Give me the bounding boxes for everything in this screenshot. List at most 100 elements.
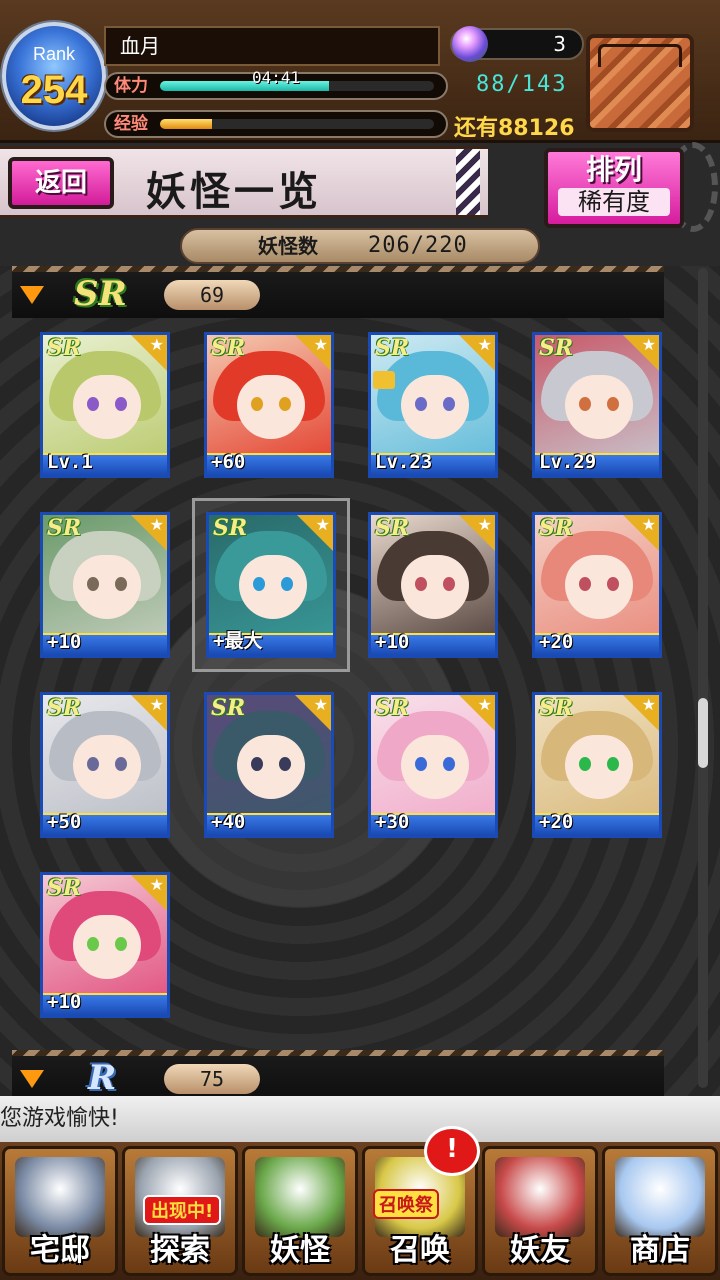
star-icon: ★ [641, 695, 656, 714]
rarity-badge: SR [47, 875, 82, 901]
rarity-badge: SR [375, 335, 410, 361]
header-decoration [456, 149, 480, 215]
rarity-badge: SR [375, 695, 410, 721]
stamina-fill [160, 81, 329, 91]
rarity-badge: SR [47, 335, 82, 361]
rarity-badge: SR [211, 335, 246, 361]
portrait-eye [251, 757, 263, 771]
star-icon: ★ [149, 515, 164, 534]
scrollbar[interactable] [698, 268, 708, 1088]
bottom-nav: 宅邸 探索 出现中! 妖怪 召唤 召唤祭 妖友 商店 [0, 1142, 720, 1280]
star-icon: ★ [149, 695, 164, 714]
level-text: +60 [211, 451, 246, 473]
sort-value: 稀有度 [558, 188, 670, 216]
status-bar: Rank 254 血月 体力 04:41 经验 3 88/143 还有88126 [0, 0, 720, 143]
stamina-timer: 04:41 [252, 68, 301, 87]
portrait-eye [115, 937, 127, 951]
stamina-label: 体力 [114, 76, 148, 96]
level-text: +10 [47, 631, 82, 653]
portrait-eye [415, 757, 427, 771]
star-icon: ★ [477, 515, 492, 534]
rarity-tag: R [88, 1058, 117, 1096]
collapse-arrow-icon [20, 1070, 44, 1088]
portrait-eye [115, 397, 127, 411]
chest-icon [598, 44, 682, 67]
gem-counter[interactable]: 3 [450, 26, 584, 62]
nav-item[interactable]: 探索 出现中! [122, 1146, 238, 1276]
portrait-eye [579, 577, 591, 591]
stamina-bar: 体力 04:41 [104, 68, 448, 100]
nav-label: 妖怪 [270, 1233, 330, 1268]
yokai-card[interactable]: ★ SR Lv.29 [532, 332, 662, 478]
rarity-badge: SR [211, 695, 246, 721]
yokai-card[interactable]: ★ SR +10 [40, 512, 170, 658]
yokai-card[interactable]: ★ SR +40 [204, 692, 334, 838]
alert-icon: ! [424, 1126, 480, 1176]
nav-label: 妖友 [510, 1233, 570, 1268]
portrait-eye [115, 577, 127, 591]
news-ticker: 您游戏愉快! [0, 1096, 720, 1142]
star-icon: ★ [477, 695, 492, 714]
portrait-eye [579, 397, 591, 411]
yokai-card[interactable]: ★ SR +10 [368, 512, 498, 658]
level-text: Lv.23 [375, 451, 433, 473]
star-icon: ★ [641, 515, 656, 534]
nav-item[interactable]: 妖友 [482, 1146, 598, 1276]
yokai-list[interactable]: SR 69 ★ SR Lv.1 ★ SR +60 ★ SR Lv.23 ★ SR… [0, 266, 720, 1096]
gem-count: 3 [553, 32, 566, 56]
rarity-badge: SR [47, 695, 82, 721]
yokai-card[interactable]: ★ SR Lv.23 [368, 332, 498, 478]
section-header-sr[interactable]: SR 69 [12, 266, 664, 318]
yokai-count: 妖怪数 206/220 [180, 228, 540, 264]
nav-label: 召唤 [390, 1233, 450, 1268]
yokai-card[interactable]: ★ SR +50 [40, 692, 170, 838]
page-title: 妖怪一览 [146, 168, 322, 215]
star-icon: ★ [641, 335, 656, 354]
rank-badge[interactable]: Rank 254 [2, 22, 106, 130]
level-text: +20 [539, 631, 574, 653]
section-header-r[interactable]: R 75 [12, 1050, 664, 1096]
scroll-thumb[interactable] [698, 698, 708, 768]
lock-icon [373, 371, 395, 389]
level-text: Lv.1 [47, 451, 93, 473]
portrait-eye [607, 397, 619, 411]
sort-button[interactable]: 排列 稀有度 [544, 148, 684, 228]
star-icon: ★ [315, 515, 330, 534]
portrait-eye [87, 577, 99, 591]
yokai-card[interactable]: ★ SR +30 [368, 692, 498, 838]
rarity-badge: SR [47, 515, 82, 541]
spirit-orb-icon [452, 26, 488, 62]
sort-title: 排列 [585, 153, 642, 186]
level-text: +40 [211, 811, 246, 833]
portrait-eye [443, 397, 455, 411]
section-count: 75 [164, 1064, 260, 1094]
nav-badge: 召唤祭 [373, 1189, 439, 1219]
portrait-eye [115, 757, 127, 771]
yokai-card[interactable]: ★ SR +10 [40, 872, 170, 1018]
level-text: Lv.29 [539, 451, 597, 473]
yokai-count-value: 206/220 [368, 233, 468, 258]
nav-item[interactable]: 妖怪 [242, 1146, 358, 1276]
back-button[interactable]: 返回 [8, 157, 114, 209]
portrait-eye [579, 757, 591, 771]
exp-fill [160, 119, 213, 129]
rarity-badge: SR [375, 515, 410, 541]
yokai-card[interactable]: ★ SR +60 [204, 332, 334, 478]
exp-track [160, 119, 434, 129]
level-text: +10 [375, 631, 410, 653]
yokai-card[interactable]: ★ SR +最大 [206, 512, 336, 658]
portrait-eye [443, 757, 455, 771]
rarity-tag: SR [74, 274, 127, 314]
exp-remaining: 还有88126 [454, 116, 575, 141]
collapse-arrow-icon [20, 286, 44, 304]
treasure-chest-button[interactable] [586, 34, 694, 132]
yokai-card[interactable]: ★ SR +20 [532, 512, 662, 658]
rarity-badge: SR [539, 695, 574, 721]
yokai-card[interactable]: ★ SR +20 [532, 692, 662, 838]
yokai-card[interactable]: ★ SR Lv.1 [40, 332, 170, 478]
nav-item[interactable]: 宅邸 [2, 1146, 118, 1276]
rank-label: Rank [32, 44, 76, 64]
nav-item[interactable]: 商店 [602, 1146, 718, 1276]
nav-label: 商店 [630, 1233, 690, 1268]
yokai-count-label: 妖怪数 [258, 234, 318, 258]
